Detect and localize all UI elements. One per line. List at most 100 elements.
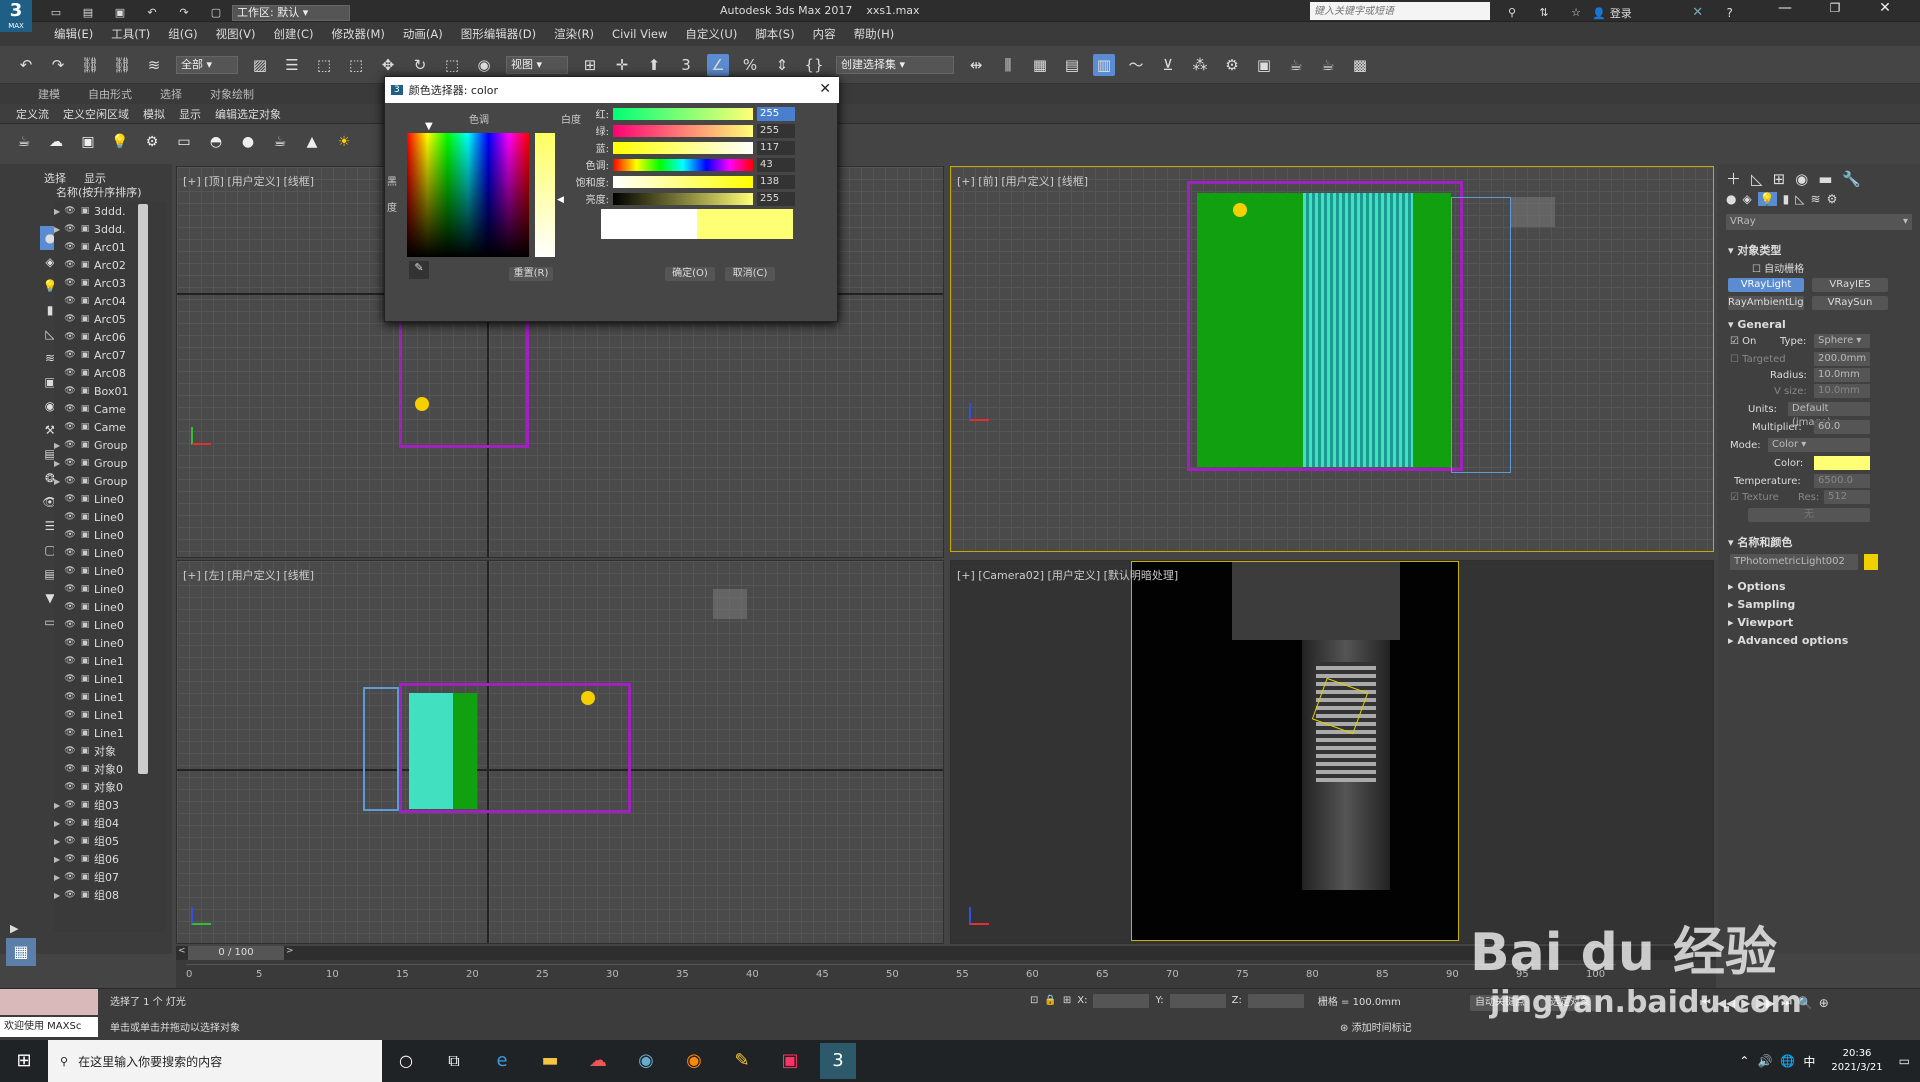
utilities-tab-icon[interactable]: 🔧 — [1842, 170, 1861, 188]
list-item[interactable]: 👁 ▣ Arc04 — [54, 292, 166, 310]
add-time-tag[interactable]: 添加时间标记 — [1352, 1023, 1412, 1034]
close-button[interactable]: ✕ — [1860, 0, 1910, 16]
windows-start-icon[interactable]: ⊞ — [6, 1043, 42, 1079]
visibility-icon[interactable]: 👁 — [64, 530, 76, 540]
scale-icon[interactable]: ⬚ — [441, 54, 463, 76]
menu-modifiers[interactable]: 修改器(M) — [332, 26, 385, 42]
slider-value-bar[interactable] — [613, 192, 753, 205]
welcome-text[interactable]: 欢迎使用 MAXSc — [0, 1017, 98, 1037]
expand-icon[interactable]: ▶ — [54, 855, 64, 864]
teapot-icon[interactable]: ☕ — [14, 134, 34, 154]
texture-map-button[interactable]: 无 — [1748, 508, 1870, 522]
targeted-checkbox[interactable]: ☐ — [1730, 354, 1739, 365]
visibility-icon[interactable]: 👁 — [64, 728, 76, 738]
viewcube-icon[interactable] — [1511, 197, 1555, 227]
edit-named-selection-icon[interactable]: {} — [803, 54, 825, 76]
exchange-icon[interactable]: ⇅ — [1533, 2, 1555, 24]
absolute-mode-icon[interactable]: ⊞ — [1063, 995, 1071, 1006]
menu-group[interactable]: 组(G) — [168, 26, 197, 42]
list-item[interactable]: ▶ 👁 ▣ 3ddd. — [54, 202, 166, 220]
clock-date[interactable]: 2021/3/21 — [1831, 1061, 1882, 1075]
cortana-icon[interactable]: ○ — [388, 1043, 424, 1079]
visibility-icon[interactable]: 👁 — [64, 638, 76, 648]
ok-button[interactable]: 确定(O) — [665, 267, 715, 281]
menu-animation[interactable]: 动画(A) — [403, 26, 443, 42]
list-item[interactable]: 👁 ▣ 对象0 — [54, 778, 166, 796]
open-file-icon[interactable]: ▤ — [77, 2, 99, 24]
modify-tab-icon[interactable]: ◺ — [1751, 170, 1763, 188]
rotate-icon[interactable]: ↻ — [409, 54, 431, 76]
slider-hue-value[interactable]: 43 — [757, 157, 795, 172]
curve-editor-icon[interactable]: 〜 — [1125, 54, 1147, 76]
list-item[interactable]: 👁 ▣ Line1 — [54, 688, 166, 706]
scene-header[interactable]: 名称(按升序排序) — [56, 184, 172, 202]
named-selection-dropdown[interactable]: 创建选择集 ▾ — [836, 55, 954, 74]
units-dropdown[interactable]: Default (image) ▾ — [1788, 402, 1870, 428]
cancel-button[interactable]: 取消(C) — [725, 267, 775, 281]
render-production-icon[interactable]: ☕ — [1285, 54, 1307, 76]
angle-snap-icon[interactable]: ∠ — [707, 53, 729, 76]
radius-field[interactable]: 10.0mm — [1814, 368, 1870, 382]
renderer-category-dropdown[interactable]: VRay ▾ — [1726, 214, 1912, 230]
expand-icon[interactable]: ▶ — [54, 441, 64, 450]
list-item[interactable]: ▶ 👁 ▣ 3ddd. — [54, 220, 166, 238]
visibility-icon[interactable]: 👁 — [64, 602, 76, 612]
list-item[interactable]: 👁 ▣ 对象0 — [54, 760, 166, 778]
mode-dropdown[interactable]: Color ▾ — [1768, 438, 1870, 452]
expand-icon[interactable]: ▶ — [54, 891, 64, 900]
menu-customize[interactable]: 自定义(U) — [685, 26, 737, 42]
firefox-icon[interactable]: ◉ — [676, 1043, 712, 1079]
expand-icon[interactable]: ▶ — [54, 873, 64, 882]
viewport-layout-icon[interactable]: ▦ — [6, 938, 36, 966]
tray-arrow-icon[interactable]: ⌃ — [1739, 1054, 1749, 1068]
reset-button[interactable]: 重置(R) — [509, 267, 553, 281]
undo-icon[interactable]: ↶ — [141, 2, 163, 24]
slider-saturation[interactable]: 饱和度: 138 — [571, 173, 795, 190]
visibility-icon[interactable]: 👁 — [64, 422, 76, 432]
light-color-swatch[interactable] — [1814, 456, 1870, 470]
visibility-icon[interactable]: 👁 — [64, 368, 76, 378]
expand-icon[interactable]: ▶ — [54, 225, 64, 234]
menu-rendering[interactable]: 渲染(R) — [554, 26, 594, 42]
taskbar-search[interactable]: ⚲ 在这里输入你要搜索的内容 — [48, 1040, 382, 1082]
visibility-icon[interactable]: 👁 — [64, 314, 76, 324]
subtab-define-flows[interactable]: 定义流 — [16, 106, 49, 122]
project-icon[interactable]: ▢ — [205, 2, 227, 24]
list-item[interactable]: 👁 ▣ 对象 — [54, 742, 166, 760]
slider-blue[interactable]: 蓝: 117 — [571, 139, 795, 156]
slider-hue[interactable]: 色调: 43 — [571, 156, 795, 173]
tree-scrollbar[interactable] — [138, 204, 148, 774]
list-item[interactable]: 👁 ▣ Arc05 — [54, 310, 166, 328]
notes-icon[interactable]: ✎ — [724, 1043, 760, 1079]
list-item[interactable]: 👁 ▣ Line0 — [54, 580, 166, 598]
visibility-icon[interactable]: 👁 — [64, 386, 76, 396]
display-tab-icon[interactable]: ▬ — [1818, 170, 1832, 188]
isolate-icon[interactable]: ⊡ — [1030, 995, 1038, 1006]
list-item[interactable]: 👁 ▣ Line0 — [54, 508, 166, 526]
viewcube-icon[interactable] — [713, 589, 747, 619]
chat-app-icon[interactable]: ☁ — [580, 1043, 616, 1079]
bind-space-warp-icon[interactable]: ≋ — [143, 54, 165, 76]
list-item[interactable]: 👁 ▣ Came — [54, 400, 166, 418]
ribbon-toggle-icon[interactable]: ▥ — [1093, 53, 1115, 76]
time-tag-icon[interactable]: ⊛ — [1340, 1023, 1348, 1034]
select-by-name-icon[interactable]: ☰ — [281, 54, 303, 76]
list-item[interactable]: 👁 ▣ Line1 — [54, 652, 166, 670]
slider-hue-bar[interactable] — [613, 158, 753, 171]
light-icon[interactable]: 💡 — [110, 134, 130, 154]
list-item[interactable]: ▶ 👁 ▣ 组05 — [54, 832, 166, 850]
vraysun-button[interactable]: VRaySun — [1812, 296, 1888, 310]
list-item[interactable]: 👁 ▣ Line1 — [54, 670, 166, 688]
temperature-field[interactable]: 6500.0 — [1814, 474, 1870, 488]
cone-icon[interactable]: ▲ — [302, 134, 322, 154]
list-item[interactable]: 👁 ▣ Arc07 — [54, 346, 166, 364]
cloud-icon[interactable]: ☁ — [46, 134, 66, 154]
render-online-icon[interactable]: ▩ — [1349, 54, 1371, 76]
render-iterative-icon[interactable]: ☕ — [1317, 54, 1339, 76]
list-item[interactable]: ▶ 👁 ▣ 组04 — [54, 814, 166, 832]
slider-saturation-value[interactable]: 138 — [757, 174, 795, 189]
user-icon[interactable]: 👤 — [1592, 7, 1606, 20]
list-item[interactable]: ▶ 👁 ▣ Group — [54, 436, 166, 454]
selection-filter-dropdown[interactable]: 全部 ▾ — [176, 55, 238, 74]
new-file-icon[interactable]: ▭ — [45, 2, 67, 24]
